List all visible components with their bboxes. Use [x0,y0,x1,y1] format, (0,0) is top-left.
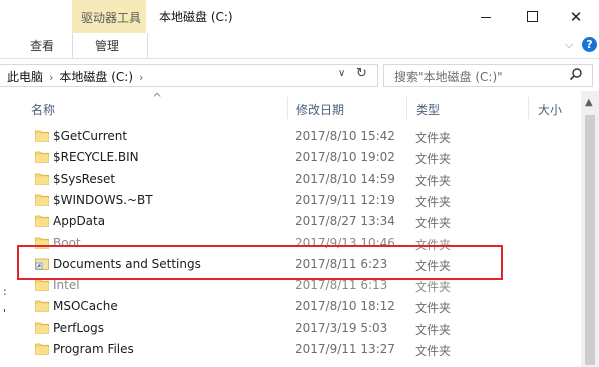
file-date: 2017/9/13 10:46 [295,236,395,250]
close-icon: ✕ [569,7,583,26]
file-date: 2017/8/11 6:23 [295,257,388,271]
breadcrumb: 此电脑 › 本地磁盘 (C:) › [7,68,149,85]
file-date: 2017/3/19 5:03 [295,321,388,335]
breadcrumb-this-pc[interactable]: 此电脑 [7,70,43,84]
column-header-type[interactable]: 类型 [416,101,440,118]
file-type: 文件夹 [415,131,452,145]
file-name: Boot [53,236,81,250]
file-row[interactable]: Intel 2017/8/11 6:13 文件夹 [10,274,580,296]
shortcut-folder-icon [35,257,49,270]
folder-icon [35,150,49,163]
folder-icon [35,278,49,291]
ribbon-tab-bar: 查看 管理 ⌵ ? [0,33,599,59]
refresh-icon[interactable]: ↻ [356,66,367,81]
file-type: 文件夹 [415,323,452,337]
file-date: 2017/9/11 12:19 [295,193,395,207]
breadcrumb-local-disk[interactable]: 本地磁盘 (C:) [59,70,133,84]
file-type: 文件夹 [415,301,452,315]
folder-icon [35,342,49,355]
navigation-pane[interactable]: : ' [0,91,10,367]
file-date: 2017/8/27 13:34 [295,214,395,228]
file-name: $SysReset [53,172,116,186]
breadcrumb-chevron-icon[interactable]: › [49,71,53,84]
minimize-icon [481,17,491,18]
file-type: 文件夹 [415,238,452,252]
file-type: 文件夹 [415,216,452,230]
file-row[interactable]: Boot 2017/9/13 10:46 文件夹 [10,232,580,254]
file-date: 2017/8/10 14:59 [295,172,395,186]
file-date: 2017/8/10 18:12 [295,299,395,313]
close-button[interactable]: ✕ [553,0,599,33]
column-header-name[interactable]: 名称 [31,101,55,118]
file-name: $WINDOWS.~BT [53,193,153,207]
column-divider[interactable] [406,97,407,119]
search-input[interactable]: 搜索"本地磁盘 (C:)" [383,64,593,87]
scrollbar-thumb[interactable] [585,115,595,365]
column-header-date[interactable]: 修改日期 [296,101,344,118]
ribbon-expand-icon[interactable]: ⌵ [565,38,573,52]
nav-fragment: : [3,285,7,298]
file-row[interactable]: $SysReset 2017/8/10 14:59 文件夹 [10,168,580,190]
window-title: 本地磁盘 (C:) [159,10,233,24]
file-row[interactable]: Documents and Settings 2017/8/11 6:23 文件夹 [10,253,580,275]
search-placeholder: 搜索"本地磁盘 (C:)" [394,70,503,84]
maximize-icon [526,11,538,22]
drive-tools-label: 驱动器工具 [81,11,142,25]
file-name: MSOCache [53,299,118,313]
search-icon[interactable] [569,67,583,81]
folder-icon [35,172,49,185]
file-type: 文件夹 [415,174,452,188]
vertical-scrollbar[interactable]: ▲ [581,91,599,367]
file-name: Intel [53,278,80,292]
address-history-dropdown-icon[interactable]: ∨ [338,68,345,79]
drive-tools-context-tab[interactable]: 驱动器工具 [72,0,146,33]
maximize-button[interactable] [509,0,555,33]
file-name: PerfLogs [53,321,105,335]
file-date: 2017/8/10 19:02 [295,150,395,164]
column-header-row: ^ 名称 修改日期 类型 大小 [10,91,599,121]
file-row[interactable]: $WINDOWS.~BT 2017/9/11 12:19 文件夹 [10,189,580,211]
folder-icon [35,299,49,312]
column-divider[interactable] [528,97,529,119]
minimize-button[interactable] [463,0,509,33]
address-row: 此电脑 › 本地磁盘 (C:) › ∨ ↻ 搜索"本地磁盘 (C:)" [0,59,599,91]
folder-icon [35,193,49,206]
folder-icon [35,236,49,249]
file-type: 文件夹 [415,259,452,273]
column-divider[interactable] [287,97,288,119]
file-name: Documents and Settings [53,257,201,271]
file-type: 文件夹 [415,152,452,166]
title-bar: 驱动器工具 本地磁盘 (C:) ✕ [0,0,599,33]
tab-manage[interactable]: 管理 [72,33,148,58]
scroll-up-arrow-icon[interactable]: ▲ [585,97,593,108]
folder-icon [35,214,49,227]
file-date: 2017/8/11 6:13 [295,278,388,292]
tab-view[interactable]: 查看 [30,37,54,54]
folder-icon [35,129,49,142]
file-row[interactable]: $RECYCLE.BIN 2017/8/10 19:02 文件夹 [10,146,580,168]
file-row[interactable]: PerfLogs 2017/3/19 5:03 文件夹 [10,317,580,339]
address-bar[interactable]: 此电脑 › 本地磁盘 (C:) › ∨ ↻ [0,64,378,87]
file-row[interactable]: $GetCurrent 2017/8/10 15:42 文件夹 [10,125,580,147]
tab-manage-label: 管理 [95,39,120,53]
file-row[interactable]: MSOCache 2017/8/10 18:12 文件夹 [10,295,580,317]
file-date: 2017/9/11 13:27 [295,342,395,356]
column-header-size[interactable]: 大小 [538,101,562,118]
folder-icon [35,321,49,334]
help-icon[interactable]: ? [582,37,597,52]
file-name: $RECYCLE.BIN [53,150,139,164]
nav-fragment: ' [3,307,7,320]
file-name: $GetCurrent [53,129,128,143]
file-name: Program Files [53,342,134,356]
file-date: 2017/8/10 15:42 [295,129,395,143]
sort-ascending-icon: ^ [152,91,163,105]
file-type: 文件夹 [415,195,452,209]
file-name: AppData [53,214,106,228]
file-row[interactable]: Program Files 2017/9/11 13:27 文件夹 [10,338,580,360]
file-row[interactable]: AppData 2017/8/27 13:34 文件夹 [10,210,580,232]
file-type: 文件夹 [415,280,452,294]
file-type: 文件夹 [415,344,452,358]
breadcrumb-chevron-icon[interactable]: › [139,71,143,84]
